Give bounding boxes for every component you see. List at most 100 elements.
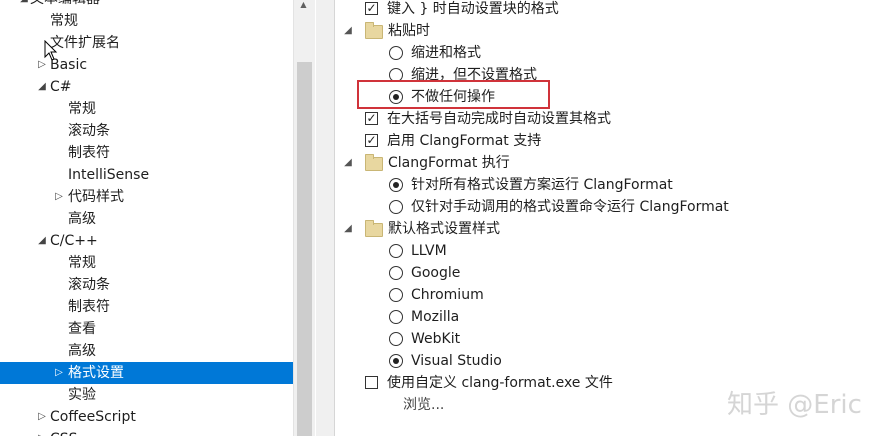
tree-item-label: CoffeeScript: [50, 409, 136, 425]
tree-item-5[interactable]: 常规: [0, 98, 293, 120]
style-radio[interactable]: [389, 288, 403, 302]
tree-item-label: 常规: [68, 255, 96, 271]
tree-item-label: 高级: [68, 343, 96, 359]
paste-group-expander-icon[interactable]: ◢: [341, 20, 355, 42]
style-radio[interactable]: [389, 332, 403, 346]
tree-item-17[interactable]: ▷ 格式设置: [0, 362, 293, 384]
tree-item-8[interactable]: IntelliSense: [0, 164, 293, 186]
style-label: Mozilla: [411, 309, 460, 325]
tree-item-label: 格式设置: [68, 365, 124, 381]
collapse-arrow-icon[interactable]: ◢: [35, 230, 49, 252]
tree-item-label: 查看: [68, 321, 96, 337]
custom-clang-format-checkbox[interactable]: [365, 376, 378, 389]
clangformat-exec-expander-icon[interactable]: ◢: [341, 152, 355, 174]
tree-item-label: C/C++: [50, 233, 98, 249]
style-label: Visual Studio: [411, 353, 502, 369]
tree-item-11[interactable]: ◢ C/C++: [0, 230, 293, 252]
enable-clangformat-checkbox[interactable]: ✓: [365, 134, 378, 147]
collapse-arrow-icon[interactable]: ◢: [17, 0, 31, 10]
tree-scrollbar-thumb[interactable]: [297, 62, 312, 436]
formatting-options-pane: ✓ 键入 } 时自动设置块的格式 ◢ 粘贴时 缩进和格式 缩进，但不设置格式 不…: [335, 0, 883, 436]
style-label: LLVM: [411, 243, 447, 259]
scroll-up-arrow-icon[interactable]: ▲: [293, 0, 314, 10]
expand-arrow-icon[interactable]: ▷: [35, 428, 49, 436]
folder-icon: [365, 154, 383, 171]
tree-item-0[interactable]: ◢文本编辑器: [0, 0, 293, 10]
tree-item-16[interactable]: 高级: [0, 340, 293, 362]
tree-item-label: 代码样式: [68, 189, 124, 205]
style-radio[interactable]: [389, 244, 403, 258]
folder-icon: [365, 22, 383, 39]
tree-item-12[interactable]: 常规: [0, 252, 293, 274]
style-radio[interactable]: [389, 354, 403, 368]
typing-close-brace-label: 键入 } 时自动设置块的格式: [387, 1, 559, 17]
format-on-brace-complete-checkbox[interactable]: ✓: [365, 112, 378, 125]
expand-arrow-icon[interactable]: ▷: [52, 362, 66, 384]
default-style-expander-icon[interactable]: ◢: [341, 218, 355, 240]
tree-item-label: 文本编辑器: [30, 0, 100, 10]
options-tree: ◢文本编辑器常规文件扩展名▷Basic◢C#常规滚动条制表符IntelliSen…: [0, 0, 316, 436]
tree-item-9[interactable]: ▷ 代码样式: [0, 186, 293, 208]
tree-item-label: 文件扩展名: [50, 35, 120, 51]
enable-clangformat-label: 启用 ClangFormat 支持: [387, 133, 542, 149]
tree-item-6[interactable]: 滚动条: [0, 120, 293, 142]
tree-item-4[interactable]: ◢ C#: [0, 76, 293, 98]
tree-vertical-scrollbar[interactable]: [293, 0, 315, 436]
custom-clang-format-label: 使用自定义 clang-format.exe 文件: [387, 375, 613, 391]
tree-item-label: 滚动条: [68, 123, 110, 139]
run-manual-label: 仅针对手动调用的格式设置命令运行 ClangFormat: [411, 199, 729, 215]
folder-icon: [365, 220, 383, 237]
highlight-annotation-box: [357, 80, 550, 109]
tree-item-label: 高级: [68, 211, 96, 227]
expand-arrow-icon[interactable]: ▷: [35, 406, 49, 428]
tree-item-label: 常规: [50, 13, 78, 29]
tree-item-label: 制表符: [68, 145, 110, 161]
pane-splitter[interactable]: [316, 0, 335, 436]
tree-item-label: 实验: [68, 387, 96, 403]
tree-item-label: IntelliSense: [68, 167, 150, 183]
paste-indent-format-radio[interactable]: [389, 46, 403, 60]
style-radio[interactable]: [389, 266, 403, 280]
tree-item-13[interactable]: 滚动条: [0, 274, 293, 296]
style-label: Google: [411, 265, 461, 281]
paste-indent-format-label: 缩进和格式: [411, 45, 481, 61]
mouse-cursor-icon: [44, 40, 58, 61]
expand-arrow-icon[interactable]: ▷: [52, 186, 66, 208]
browse-label: 浏览...: [403, 397, 445, 413]
tree-item-19[interactable]: ▷ CoffeeScript: [0, 406, 293, 428]
format-on-brace-complete-label: 在大括号自动完成时自动设置其格式: [387, 111, 611, 127]
run-all-radio[interactable]: [389, 178, 403, 192]
run-all-label: 针对所有格式设置方案运行 ClangFormat: [411, 177, 673, 193]
tree-item-15[interactable]: 查看: [0, 318, 293, 340]
tree-item-label: 制表符: [68, 299, 110, 315]
tree-item-label: CSS: [50, 428, 78, 436]
style-label: Chromium: [411, 287, 484, 303]
tree-item-14[interactable]: 制表符: [0, 296, 293, 318]
tree-item-18[interactable]: 实验: [0, 384, 293, 406]
clangformat-exec-group-label: ClangFormat 执行: [388, 155, 510, 171]
paste-group-label: 粘贴时: [388, 23, 430, 39]
tree-item-1[interactable]: 常规: [0, 10, 293, 32]
style-radio[interactable]: [389, 310, 403, 324]
run-manual-radio[interactable]: [389, 200, 403, 214]
style-label: WebKit: [411, 331, 461, 347]
collapse-arrow-icon[interactable]: ◢: [35, 76, 49, 98]
tree-item-label: C#: [50, 79, 72, 95]
tree-item-label: 常规: [68, 101, 96, 117]
watermark-text: 知乎 @Eric: [727, 390, 862, 420]
default-style-group-label: 默认格式设置样式: [388, 221, 500, 237]
tree-item-7[interactable]: 制表符: [0, 142, 293, 164]
tree-item-20[interactable]: ▷CSS: [0, 428, 293, 436]
tree-item-10[interactable]: 高级: [0, 208, 293, 230]
typing-close-brace-checkbox[interactable]: ✓: [365, 2, 378, 15]
